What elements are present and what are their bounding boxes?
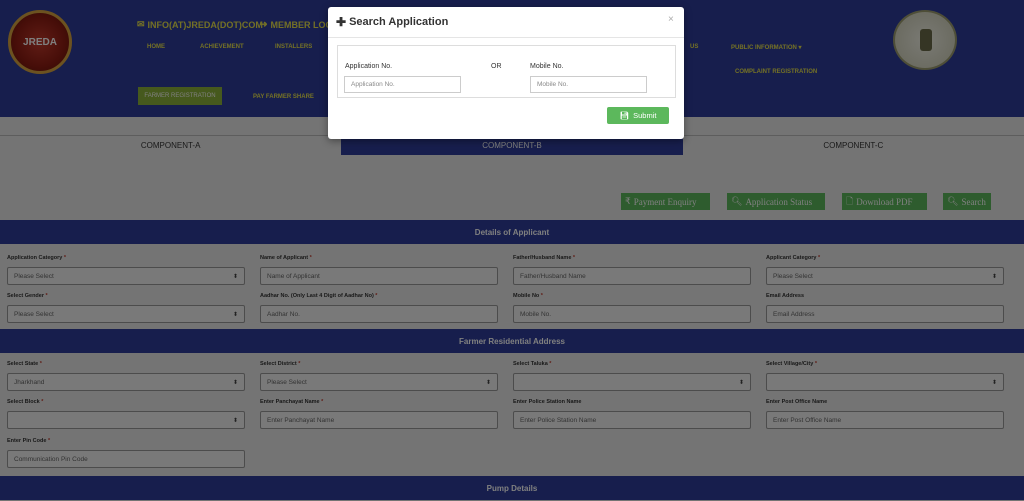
mobile-no-label: Mobile No. — [530, 63, 564, 70]
application-no-label: Application No. — [345, 63, 393, 70]
save-icon: 💾︎ — [619, 111, 630, 120]
plus-icon: ✚ — [336, 15, 347, 29]
modal-divider — [328, 37, 684, 38]
application-no-input[interactable]: Application No. — [344, 76, 461, 93]
close-icon[interactable]: × — [668, 14, 674, 25]
mobile-no-input[interactable]: Mobile No. — [530, 76, 647, 93]
search-application-modal: ✚ Search Application × Application No. A… — [328, 7, 684, 139]
or-separator: OR — [491, 63, 502, 70]
submit-button[interactable]: 💾︎ Submit — [607, 107, 669, 124]
modal-title: ✚ Search Application — [336, 15, 449, 29]
search-panel: Application No. Application No. OR Mobil… — [337, 45, 676, 98]
